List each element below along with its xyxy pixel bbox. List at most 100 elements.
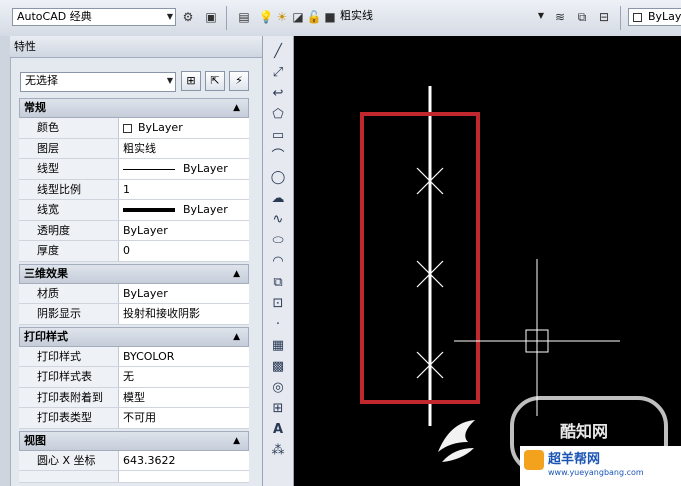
layer-manager-icon[interactable]: ▤: [236, 9, 252, 25]
layer-previous-icon[interactable]: ⧉: [574, 9, 590, 25]
property-value[interactable]: 无: [119, 367, 249, 387]
property-row-center-x[interactable]: 圆心 X 坐标 643.3622: [19, 450, 249, 471]
section-3d-effects[interactable]: 三维效果 ▲: [19, 263, 249, 284]
property-value[interactable]: ByLayer: [119, 221, 249, 241]
property-value[interactable]: 粗实线: [119, 139, 249, 159]
revision-cloud-icon[interactable]: ☁: [268, 189, 288, 209]
section-general[interactable]: 常规 ▲: [19, 98, 249, 118]
palette-grip[interactable]: [0, 36, 11, 486]
region-icon[interactable]: ◎: [268, 378, 288, 398]
property-row-color[interactable]: 颜色 ByLayer: [19, 118, 249, 139]
toggle-pickadd-button[interactable]: ⊞: [181, 71, 201, 91]
hatch-icon[interactable]: ▦: [268, 336, 288, 356]
property-key: 材质: [19, 283, 119, 303]
polygon-icon[interactable]: ⬠: [268, 105, 288, 125]
property-row-center-y[interactable]: [19, 471, 249, 483]
workspace-dropdown[interactable]: AutoCAD 经典 ▼: [12, 8, 176, 26]
unlock-icon[interactable]: 🔓: [306, 9, 322, 25]
rectangle-icon[interactable]: ▭: [268, 126, 288, 146]
property-key: 线型比例: [19, 179, 119, 199]
select-objects-button[interactable]: ⇱: [205, 71, 225, 91]
property-row-thickness[interactable]: 厚度 0: [19, 241, 249, 262]
property-value-text: ByLayer: [183, 162, 228, 175]
property-key: 阴影显示: [19, 304, 119, 324]
line-icon[interactable]: ╱: [268, 42, 288, 62]
property-row-linetype[interactable]: 线型 ByLayer: [19, 159, 249, 180]
property-value[interactable]: ByLayer: [119, 159, 249, 179]
ellipse-arc-icon[interactable]: ◠: [268, 252, 288, 272]
toolbar-separator: [226, 6, 227, 30]
property-key: 颜色: [19, 118, 119, 138]
property-value[interactable]: ByLayer: [119, 200, 249, 220]
property-key: 圆心 X 坐标: [19, 450, 119, 470]
property-key: 打印样式表: [19, 367, 119, 387]
property-row-transparency[interactable]: 透明度 ByLayer: [19, 220, 249, 241]
collapse-icon[interactable]: ▲: [233, 99, 240, 117]
make-block-icon[interactable]: ⊡: [268, 294, 288, 314]
property-value[interactable]: 1: [119, 180, 249, 200]
property-value[interactable]: 投射和接收阴影: [119, 304, 249, 324]
property-value[interactable]: BYCOLOR: [119, 347, 249, 367]
palette-title: 特性: [10, 36, 262, 58]
quick-select-button[interactable]: ⚡: [229, 71, 249, 91]
property-key: 线型: [19, 159, 119, 179]
section-view[interactable]: 视图 ▲: [19, 430, 249, 451]
table-icon[interactable]: ⊞: [268, 399, 288, 419]
collapse-icon[interactable]: ▲: [233, 265, 240, 283]
make-current-layer-icon[interactable]: ≋: [552, 9, 568, 25]
property-value[interactable]: 模型: [119, 388, 249, 408]
collapse-icon[interactable]: ▲: [233, 328, 240, 346]
chevron-down-icon: ▼: [166, 12, 173, 21]
watermark-site-icon: [524, 450, 544, 470]
gear-icon[interactable]: ⚙: [180, 9, 196, 25]
property-row-layer[interactable]: 图层 粗实线: [19, 138, 249, 159]
property-row-shadow[interactable]: 阴影显示 投射和接收阴影: [19, 304, 249, 325]
property-key: 图层: [19, 138, 119, 158]
lightbulb-icon[interactable]: 💡: [258, 9, 274, 25]
selection-label: 无选择: [25, 74, 58, 87]
property-row-plot-attached[interactable]: 打印表附着到 模型: [19, 387, 249, 408]
layer-icon[interactable]: ◪: [290, 9, 306, 25]
property-value[interactable]: ByLayer: [119, 118, 249, 138]
property-key: 打印表类型: [19, 408, 119, 428]
circle-icon[interactable]: ◯: [268, 168, 288, 188]
property-row-material[interactable]: 材质 ByLayer: [19, 283, 249, 304]
layer-states-icon[interactable]: ⊟: [596, 9, 612, 25]
property-key: 打印样式: [19, 346, 119, 366]
selection-dropdown[interactable]: 无选择 ▼: [20, 72, 176, 92]
arc-icon[interactable]: ⌒: [268, 147, 288, 167]
section-title: 视图: [24, 433, 46, 447]
polyline-icon[interactable]: ↩: [268, 84, 288, 104]
gradient-icon[interactable]: ▩: [268, 357, 288, 377]
ellipse-icon[interactable]: ⬭: [268, 231, 288, 251]
point-icon[interactable]: ·: [268, 315, 288, 335]
chevron-down-icon: ▼: [166, 76, 173, 85]
text-icon[interactable]: A: [268, 420, 288, 440]
property-row-plot-table-type[interactable]: 打印表类型 不可用: [19, 408, 249, 429]
property-row-linetype-scale[interactable]: 线型比例 1: [19, 179, 249, 200]
construction-line-icon[interactable]: ⤢: [268, 63, 288, 83]
layer-dropdown[interactable]: 粗实线 ▼: [338, 8, 546, 26]
color-dropdown[interactable]: ByLaye: [628, 8, 681, 26]
insert-block-icon[interactable]: ⧉: [268, 273, 288, 293]
property-value[interactable]: 643.3622: [119, 451, 249, 471]
add-selected-icon[interactable]: ⁂: [268, 441, 288, 461]
property-row-plot-table[interactable]: 打印样式表 无: [19, 367, 249, 388]
property-value-text: ByLayer: [183, 203, 228, 216]
color-swatch-icon: [633, 12, 642, 22]
sun-icon[interactable]: ☀: [274, 9, 290, 25]
collapse-icon[interactable]: ▲: [233, 432, 240, 450]
property-value[interactable]: 0: [119, 241, 249, 261]
property-value[interactable]: [119, 471, 249, 482]
property-row-plot-style[interactable]: 打印样式 BYCOLOR: [19, 346, 249, 367]
watermark-logo-icon: [430, 412, 480, 467]
layer-label: 粗实线: [340, 9, 373, 22]
property-value[interactable]: 不可用: [119, 408, 249, 428]
workspace-settings-icon[interactable]: ▣: [203, 9, 219, 25]
property-key: 线宽: [19, 200, 119, 220]
property-value[interactable]: ByLayer: [119, 284, 249, 304]
property-row-lineweight[interactable]: 线宽 ByLayer: [19, 200, 249, 221]
spline-icon[interactable]: ∿: [268, 210, 288, 230]
section-plot-style[interactable]: 打印样式 ▲: [19, 326, 249, 347]
color-square-icon[interactable]: ■: [322, 9, 338, 25]
